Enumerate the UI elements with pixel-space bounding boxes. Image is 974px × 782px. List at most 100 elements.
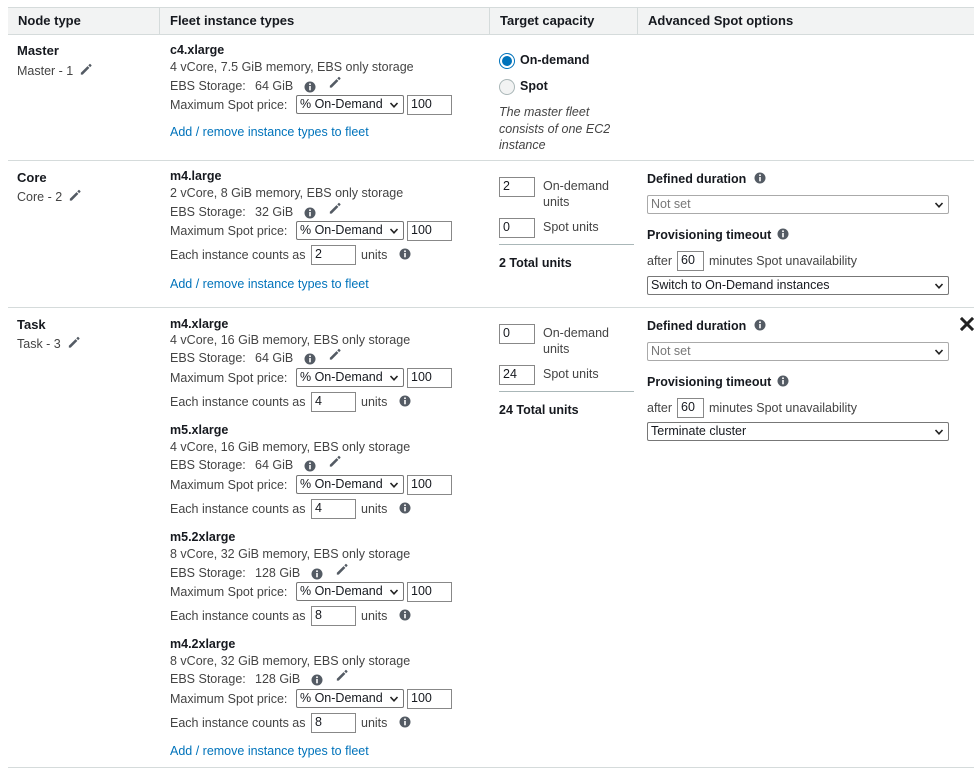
instance-counts-label: Each instance counts as bbox=[170, 609, 306, 623]
instance-weight-input[interactable]: 4 bbox=[311, 499, 356, 519]
max-spot-price-input[interactable]: 100 bbox=[407, 368, 452, 388]
select-value: % On-Demand bbox=[300, 477, 383, 491]
defined-duration-select[interactable]: Not set bbox=[647, 195, 949, 214]
defined-duration-label: Defined duration bbox=[647, 172, 747, 186]
select-value: Not set bbox=[651, 197, 691, 211]
instance-specs: 4 vCore, 16 GiB memory, EBS only storage bbox=[170, 333, 411, 347]
info-icon[interactable] bbox=[304, 353, 316, 365]
info-icon[interactable] bbox=[304, 207, 316, 219]
timeout-action-select[interactable]: Switch to On-Demand instances bbox=[647, 276, 949, 295]
table-header: Node type Fleet instance types Target ca… bbox=[8, 7, 974, 35]
spot-price-type-select[interactable]: % On-Demand bbox=[296, 95, 404, 114]
minutes-label: minutes Spot unavailability bbox=[709, 254, 857, 268]
select-value: % On-Demand bbox=[300, 370, 383, 384]
ebs-storage-label: EBS Storage: bbox=[170, 566, 246, 580]
instance-specs: 4 vCore, 16 GiB memory, EBS only storage bbox=[170, 440, 411, 454]
provisioning-timeout-label: Provisioning timeout bbox=[647, 228, 772, 242]
info-icon[interactable] bbox=[304, 460, 316, 472]
divider bbox=[499, 244, 634, 245]
max-spot-price-label: Maximum Spot price: bbox=[170, 478, 288, 492]
info-icon[interactable] bbox=[754, 319, 766, 331]
info-icon[interactable] bbox=[304, 81, 316, 93]
master-title: Master bbox=[17, 43, 59, 58]
add-remove-instance-types-link[interactable]: Add / remove instance types to fleet bbox=[170, 125, 369, 139]
pencil-icon[interactable] bbox=[328, 202, 341, 215]
after-label: after bbox=[647, 401, 673, 415]
add-remove-instance-types-link[interactable]: Add / remove instance types to fleet bbox=[170, 744, 369, 758]
select-value: Switch to On-Demand instances bbox=[651, 278, 830, 292]
pencil-icon[interactable] bbox=[335, 669, 348, 682]
row-divider bbox=[8, 160, 974, 161]
instance-counts-label: Each instance counts as bbox=[170, 395, 306, 409]
units-label: units bbox=[361, 609, 388, 623]
max-spot-price-input[interactable]: 100 bbox=[407, 475, 452, 495]
timeout-action-select[interactable]: Terminate cluster bbox=[647, 422, 949, 441]
pencil-icon[interactable] bbox=[335, 563, 348, 576]
info-icon[interactable] bbox=[399, 248, 411, 260]
on-demand-units-input[interactable]: 0 bbox=[499, 324, 535, 344]
info-icon[interactable] bbox=[777, 228, 789, 240]
chevron-down-icon bbox=[389, 480, 399, 490]
max-spot-price-label: Maximum Spot price: bbox=[170, 585, 288, 599]
units-label: units bbox=[361, 716, 388, 730]
chevron-down-icon bbox=[934, 281, 944, 291]
select-value: Terminate cluster bbox=[651, 424, 747, 438]
pencil-icon[interactable] bbox=[328, 76, 341, 89]
instance-weight-input[interactable]: 8 bbox=[311, 606, 356, 626]
ebs-storage-value: 128 GiB bbox=[255, 566, 301, 580]
spot-price-type-select[interactable]: % On-Demand bbox=[296, 689, 404, 708]
info-icon[interactable] bbox=[311, 568, 323, 580]
spot-price-type-select[interactable]: % On-Demand bbox=[296, 582, 404, 601]
pencil-icon[interactable] bbox=[328, 455, 341, 468]
chevron-down-icon bbox=[389, 587, 399, 597]
pencil-icon[interactable] bbox=[68, 189, 81, 202]
total-units: 2 Total units bbox=[499, 256, 572, 270]
pencil-icon[interactable] bbox=[328, 348, 341, 361]
units-label: units bbox=[361, 248, 388, 262]
add-remove-instance-types-link[interactable]: Add / remove instance types to fleet bbox=[170, 277, 369, 291]
on-demand-units-label: On-demand bbox=[543, 179, 610, 193]
max-spot-price-input[interactable]: 100 bbox=[407, 95, 452, 115]
radio-on-demand[interactable] bbox=[499, 53, 515, 69]
max-spot-price-input[interactable]: 100 bbox=[407, 689, 452, 709]
timeout-minutes-input[interactable]: 60 bbox=[677, 251, 704, 271]
instance-specs: 8 vCore, 32 GiB memory, EBS only storage bbox=[170, 547, 411, 561]
defined-duration-select[interactable]: Not set bbox=[647, 342, 949, 361]
on-demand-units-input[interactable]: 2 bbox=[499, 177, 535, 197]
spot-price-type-select[interactable]: % On-Demand bbox=[296, 368, 404, 387]
spot-price-type-select[interactable]: % On-Demand bbox=[296, 221, 404, 240]
ebs-storage-label: EBS Storage: bbox=[170, 351, 246, 365]
info-icon[interactable] bbox=[399, 716, 411, 728]
max-spot-price-input[interactable]: 100 bbox=[407, 221, 452, 241]
info-icon[interactable] bbox=[311, 674, 323, 686]
radio-spot[interactable] bbox=[499, 79, 515, 95]
max-spot-price-input[interactable]: 100 bbox=[407, 582, 452, 602]
info-icon[interactable] bbox=[399, 395, 411, 407]
timeout-minutes-input[interactable]: 60 bbox=[677, 398, 704, 418]
info-icon[interactable] bbox=[399, 609, 411, 621]
spot-units-label: Spot units bbox=[543, 220, 599, 234]
instance-weight-input[interactable]: 2 bbox=[311, 245, 356, 265]
spot-units-input[interactable]: 0 bbox=[499, 218, 535, 238]
info-icon[interactable] bbox=[399, 502, 411, 514]
units-label: units bbox=[361, 502, 388, 516]
max-spot-price-label: Maximum Spot price: bbox=[170, 98, 288, 112]
info-icon[interactable] bbox=[777, 375, 789, 387]
remove-task-close-icon[interactable] bbox=[960, 317, 974, 331]
spot-units-input[interactable]: 24 bbox=[499, 365, 535, 385]
max-spot-price-label: Maximum Spot price: bbox=[170, 692, 288, 706]
total-units: 24 Total units bbox=[499, 403, 579, 417]
pencil-icon[interactable] bbox=[67, 336, 80, 349]
instance-weight-input[interactable]: 8 bbox=[311, 713, 356, 733]
ebs-storage-value: 128 GiB bbox=[255, 672, 301, 686]
instance-counts-label: Each instance counts as bbox=[170, 502, 306, 516]
chevron-down-icon bbox=[389, 373, 399, 383]
divider bbox=[499, 391, 634, 392]
instance-weight-input[interactable]: 4 bbox=[311, 392, 356, 412]
info-icon[interactable] bbox=[754, 172, 766, 184]
spot-price-type-select[interactable]: % On-Demand bbox=[296, 475, 404, 494]
task-title: Task bbox=[17, 317, 46, 332]
ebs-storage-label: EBS Storage: bbox=[170, 672, 246, 686]
pencil-icon[interactable] bbox=[79, 63, 92, 76]
ebs-storage-value: 64 GiB bbox=[255, 458, 294, 472]
